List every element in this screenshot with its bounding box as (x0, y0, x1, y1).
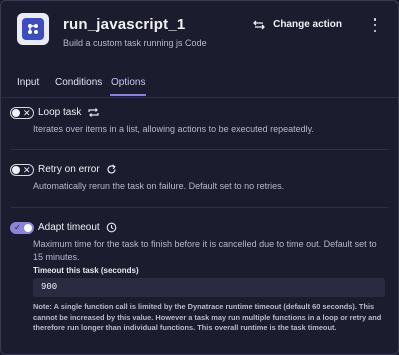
timeout-field-label: Timeout this task (seconds) (33, 266, 139, 275)
task-subtitle: Build a custom task running js Code (63, 38, 207, 48)
retry-on-error-description: Automatically rerun the task on failure.… (33, 181, 285, 191)
close-icon: ✕ (23, 165, 31, 175)
more-vertical-icon[interactable] (370, 18, 380, 32)
change-action-label: Change action (273, 19, 342, 30)
check-icon: ✓ (14, 223, 21, 232)
timeout-input[interactable]: 900 (33, 278, 385, 297)
retry-on-error-label: Retry on error (38, 164, 100, 175)
task-header: run_javascript_1 Build a custom task run… (13, 13, 388, 57)
tabs-divider (1, 97, 398, 98)
loop-task-toggle[interactable]: ✕ (10, 107, 34, 119)
tab-options[interactable]: Options (110, 77, 147, 96)
section-divider (11, 149, 388, 150)
adapt-timeout-description: Maximum time for the task to finish befo… (33, 239, 377, 262)
retry-on-error-toggle[interactable]: ✕ (10, 164, 34, 176)
task-options-panel: run_javascript_1 Build a custom task run… (0, 0, 399, 355)
adapt-timeout-option: Adapt timeout (38, 222, 117, 233)
workflow-app-icon (17, 13, 49, 45)
loop-task-option: Loop task (38, 107, 100, 118)
timeout-note: Note: A single function call is limited … (33, 302, 382, 332)
swap-arrows-icon (253, 20, 266, 29)
loop-task-description: Iterates over items in a list, allowing … (33, 124, 314, 134)
loop-task-label: Loop task (38, 107, 82, 118)
loop-icon (88, 108, 99, 117)
tab-conditions[interactable]: Conditions (55, 77, 102, 94)
adapt-timeout-label: Adapt timeout (38, 222, 100, 233)
retry-on-error-option: Retry on error (38, 164, 117, 175)
tab-input[interactable]: Input (17, 77, 39, 94)
section-divider (11, 207, 388, 208)
change-action-button[interactable]: Change action (253, 19, 342, 30)
tab-bar: Input Conditions Options (11, 77, 388, 99)
adapt-timeout-toggle[interactable]: ✓ (10, 222, 34, 234)
retry-icon (107, 164, 116, 174)
task-title: run_javascript_1 (63, 16, 186, 33)
close-icon: ✕ (23, 108, 31, 118)
clock-icon (106, 222, 117, 233)
